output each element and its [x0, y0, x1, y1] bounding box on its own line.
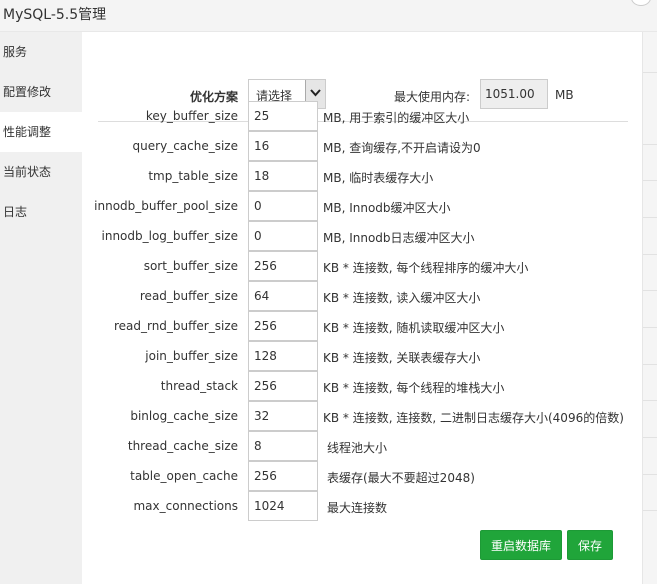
chevron-down-icon	[310, 89, 321, 97]
param-desc: MB, 临时表缓存大小	[323, 171, 434, 185]
thread-stack-input[interactable]	[248, 371, 318, 401]
param-label: query_cache_size	[132, 139, 238, 153]
param-row-read-buffer-size: read_buffer_size KB * 连接数, 读入缓冲区大小	[82, 281, 642, 311]
param-desc: 最大连接数	[327, 501, 388, 515]
background-line	[643, 400, 657, 401]
background-line	[643, 254, 657, 255]
param-row-table-open-cache: table_open_cache 表缓存(最大不要超过2048)	[82, 461, 642, 491]
innodb-buffer-pool-size-input[interactable]	[248, 191, 318, 221]
main-panel: 优化方案 请选择 最大使用内存: 1051.00 MB key_buffer_s…	[82, 32, 642, 584]
param-label: binlog_cache_size	[130, 409, 238, 423]
param-desc: MB, 查询缓存,不开启请设为0	[323, 141, 481, 155]
background-line	[643, 474, 657, 475]
param-label: innodb_log_buffer_size	[101, 229, 239, 243]
param-label: key_buffer_size	[145, 109, 238, 123]
param-label: read_rnd_buffer_size	[113, 319, 238, 333]
param-desc: KB * 连接数, 每个线程的堆栈大小	[323, 381, 505, 395]
param-row-thread-cache-size: thread_cache_size 线程池大小	[82, 431, 642, 461]
background-line	[643, 72, 657, 73]
background-line	[643, 180, 657, 181]
param-row-query-cache-size: query_cache_size MB, 查询缓存,不开启请设为0	[82, 131, 642, 161]
background-page-edge	[642, 32, 657, 584]
key-buffer-size-input[interactable]	[248, 101, 318, 131]
sidebar-item-log[interactable]: 日志	[0, 192, 82, 232]
sidebar: 服务 配置修改 性能调整 当前状态 日志	[0, 32, 82, 584]
param-row-join-buffer-size: join_buffer_size KB * 连接数, 关联表缓存大小	[82, 341, 642, 371]
read-rnd-buffer-size-input[interactable]	[248, 311, 318, 341]
sidebar-item-service[interactable]: 服务	[0, 32, 82, 72]
sidebar-item-config[interactable]: 配置修改	[0, 72, 82, 112]
max-memory-unit: MB	[555, 88, 574, 102]
read-buffer-size-input[interactable]	[248, 281, 318, 311]
background-line	[643, 217, 657, 218]
param-row-binlog-cache-size: binlog_cache_size KB * 连接数, 连接数, 二进制日志缓存…	[82, 401, 642, 431]
param-label: tmp_table_size	[148, 169, 238, 183]
binlog-cache-size-input[interactable]	[248, 401, 318, 431]
thread-cache-size-input[interactable]	[248, 431, 318, 461]
tmp-table-size-input[interactable]	[248, 161, 318, 191]
close-icon[interactable]	[631, 0, 651, 6]
param-desc: KB * 连接数, 连接数, 二进制日志缓存大小(4096的倍数)	[323, 411, 624, 425]
query-cache-size-input[interactable]	[248, 131, 318, 161]
param-label: innodb_buffer_pool_size	[94, 199, 238, 213]
window-title: MySQL-5.5管理	[3, 7, 107, 23]
table-open-cache-input[interactable]	[248, 461, 318, 491]
max-connections-input[interactable]	[248, 491, 318, 521]
param-row-innodb-buffer-pool-size: innodb_buffer_pool_size MB, Innodb缓冲区大小	[82, 191, 642, 221]
param-desc: KB * 连接数, 随机读取缓冲区大小	[323, 321, 505, 335]
param-desc: KB * 连接数, 每个线程排序的缓冲大小	[323, 261, 529, 275]
param-label: max_connections	[133, 499, 238, 513]
param-desc: MB, Innodb缓冲区大小	[323, 201, 451, 215]
param-desc: KB * 连接数, 关联表缓存大小	[323, 351, 481, 365]
join-buffer-size-input[interactable]	[248, 341, 318, 371]
background-line	[643, 290, 657, 291]
param-row-innodb-log-buffer-size: innodb_log_buffer_size MB, Innodb日志缓冲区大小	[82, 221, 642, 251]
sidebar-item-performance[interactable]: 性能调整	[0, 112, 82, 152]
param-label: sort_buffer_size	[143, 259, 238, 273]
background-line	[643, 510, 657, 511]
title-bar: MySQL-5.5管理	[0, 0, 657, 32]
param-row-read-rnd-buffer-size: read_rnd_buffer_size KB * 连接数, 随机读取缓冲区大小	[82, 311, 642, 341]
param-row-thread-stack: thread_stack KB * 连接数, 每个线程的堆栈大小	[82, 371, 642, 401]
param-row-max-connections: max_connections 最大连接数	[82, 491, 642, 521]
param-label: read_buffer_size	[139, 289, 238, 303]
param-row-sort-buffer-size: sort_buffer_size KB * 连接数, 每个线程排序的缓冲大小	[82, 251, 642, 281]
sort-buffer-size-input[interactable]	[248, 251, 318, 281]
param-desc: MB, 用于索引的缓冲区大小	[323, 111, 470, 125]
background-line	[643, 144, 657, 145]
param-desc: MB, Innodb日志缓冲区大小	[323, 231, 475, 245]
param-row-tmp-table-size: tmp_table_size MB, 临时表缓存大小	[82, 161, 642, 191]
sidebar-item-status[interactable]: 当前状态	[0, 152, 82, 192]
param-row-key-buffer-size: key_buffer_size MB, 用于索引的缓冲区大小	[82, 101, 642, 131]
param-label: join_buffer_size	[145, 349, 238, 363]
param-desc: 表缓存(最大不要超过2048)	[327, 471, 475, 485]
background-line	[643, 327, 657, 328]
restart-database-button[interactable]: 重启数据库	[480, 530, 562, 560]
background-line	[643, 437, 657, 438]
param-label: thread_cache_size	[127, 439, 238, 453]
innodb-log-buffer-size-input[interactable]	[248, 221, 318, 251]
save-button[interactable]: 保存	[567, 530, 613, 560]
param-desc: KB * 连接数, 读入缓冲区大小	[323, 291, 481, 305]
param-desc: 线程池大小	[327, 441, 388, 455]
param-label: table_open_cache	[130, 469, 238, 483]
param-label: thread_stack	[160, 379, 238, 393]
background-line	[643, 364, 657, 365]
